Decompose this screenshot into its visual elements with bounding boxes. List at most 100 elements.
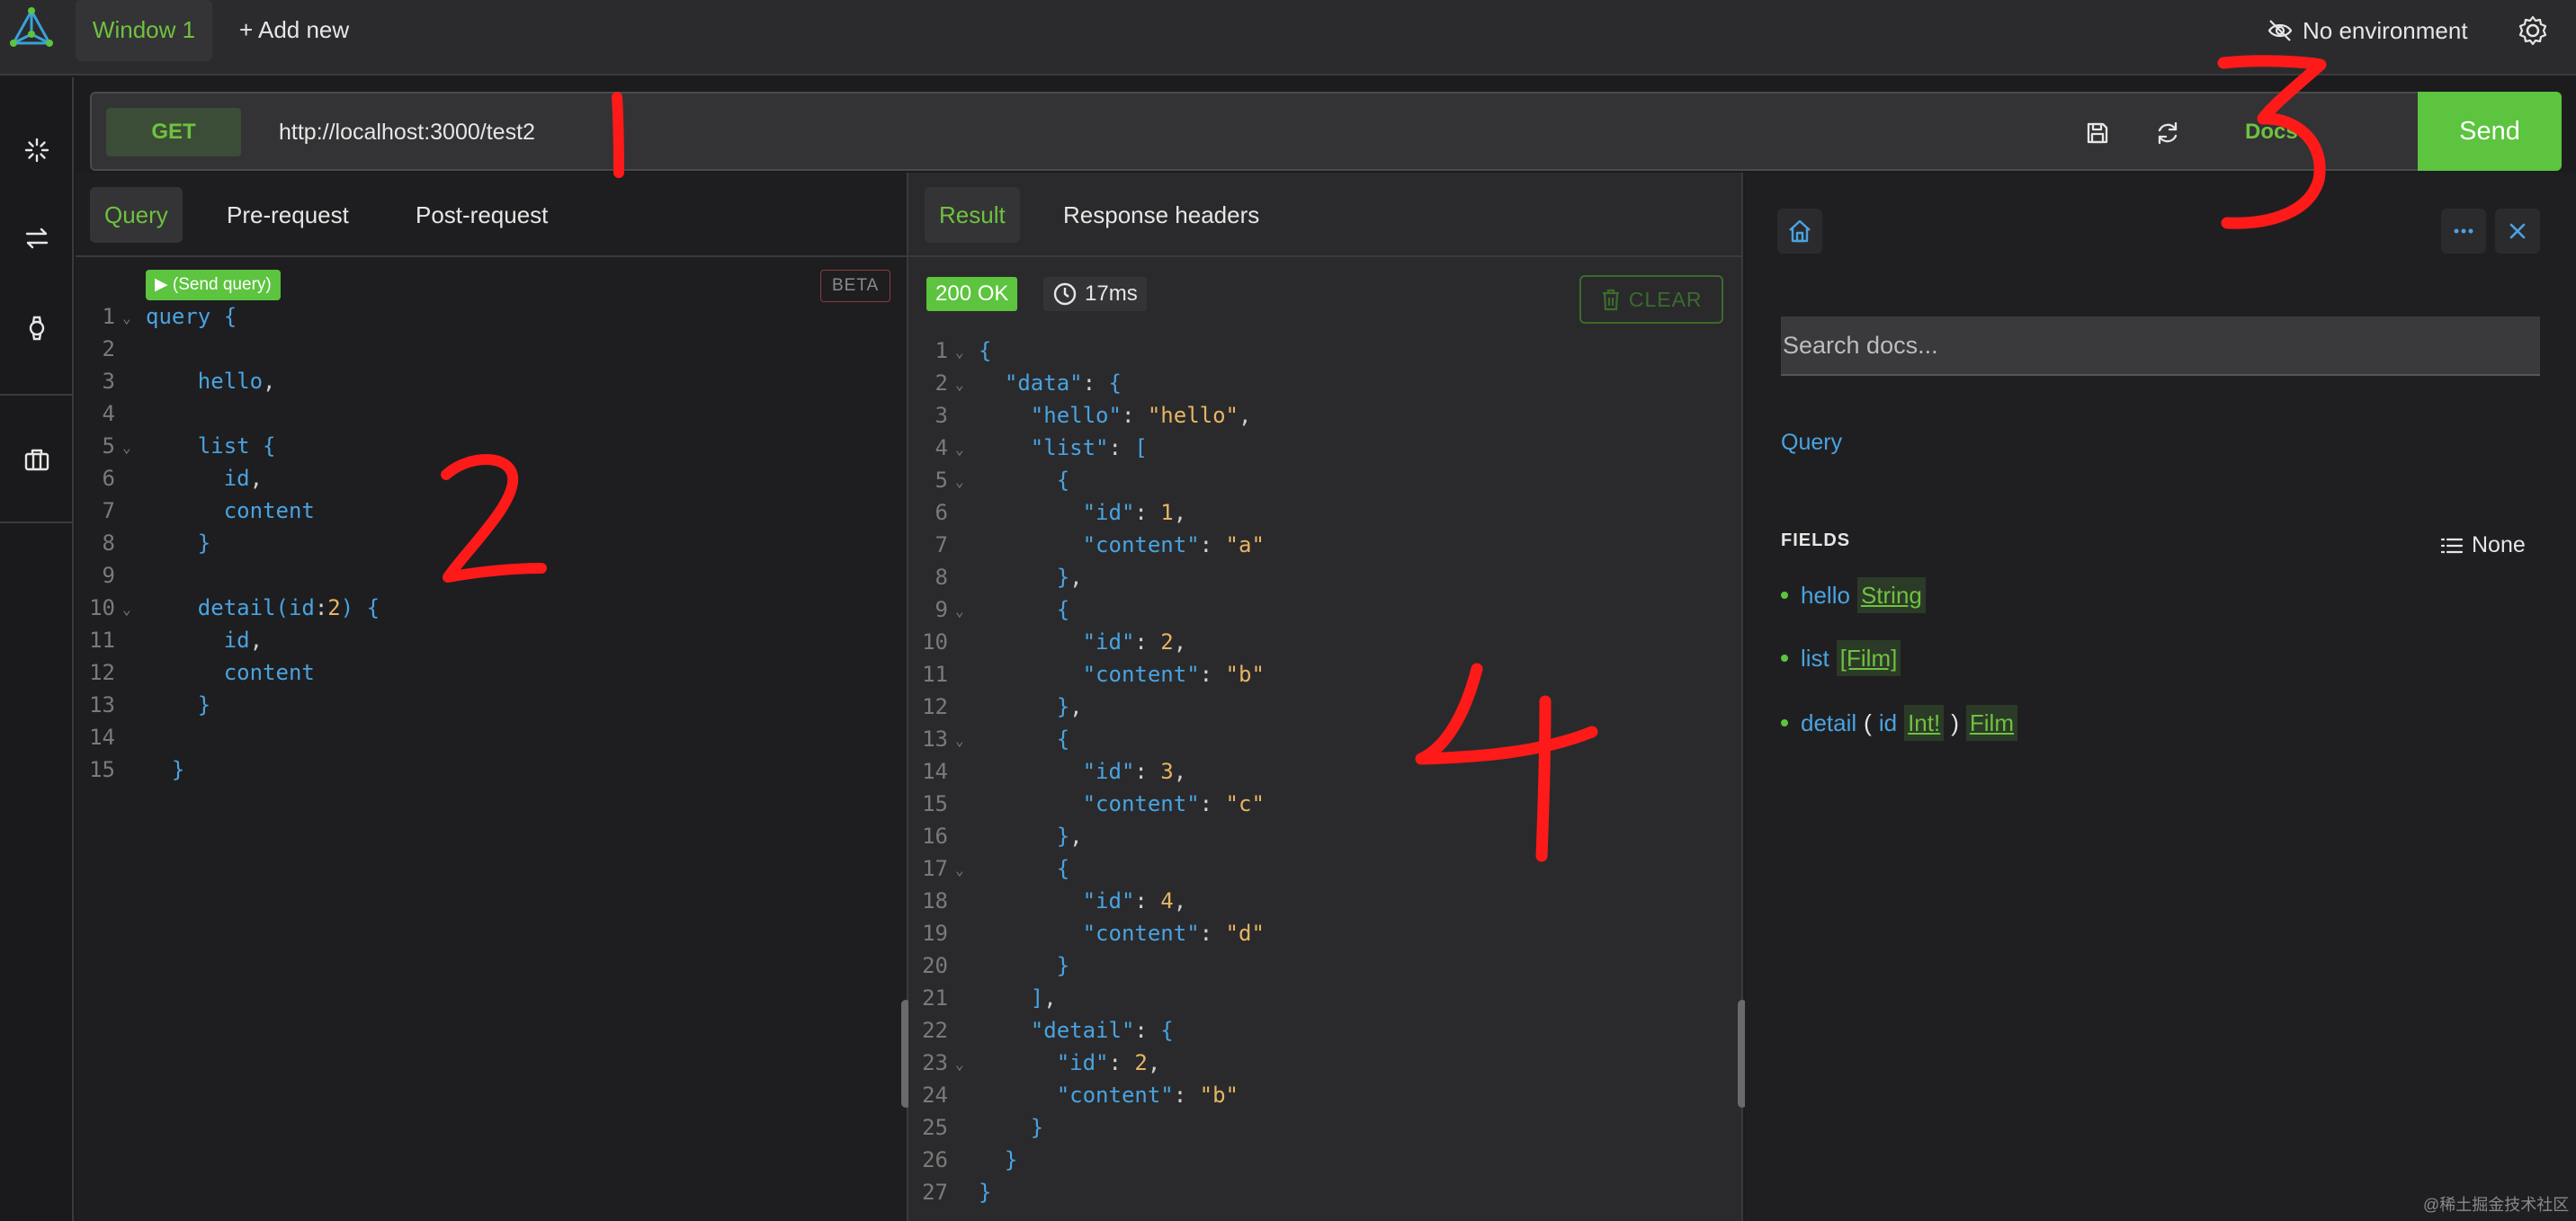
result-pane: Result Response headers 200 OK 17ms CLEA… bbox=[908, 173, 1747, 1221]
line-number: 16 bbox=[922, 824, 948, 849]
line-number: 12 bbox=[922, 694, 948, 719]
line-number: 5 bbox=[935, 468, 948, 493]
line-number: 18 bbox=[922, 888, 948, 914]
briefcase-icon[interactable] bbox=[14, 437, 59, 482]
fold-marker[interactable]: ⌄ bbox=[955, 369, 964, 401]
fold-marker[interactable]: ⌄ bbox=[955, 854, 964, 887]
fold-marker[interactable]: ⌄ bbox=[122, 302, 131, 334]
clear-result-button[interactable]: CLEAR bbox=[1579, 275, 1723, 324]
fold-marker[interactable]: ⌄ bbox=[122, 432, 131, 464]
code-line: } bbox=[197, 692, 211, 717]
line-number: 4 bbox=[935, 435, 948, 460]
environment-label: No environment bbox=[2303, 16, 2468, 44]
field-paren-close: ) bbox=[1951, 709, 1959, 736]
line-number: 15 bbox=[89, 757, 115, 782]
code-line: }, bbox=[1056, 694, 1083, 719]
annotation-1: 1 bbox=[594, 90, 648, 180]
field-name[interactable]: hello bbox=[1801, 577, 1850, 613]
line-number: 11 bbox=[89, 628, 115, 653]
annotation-1-label: 1 bbox=[594, 90, 602, 94]
tab-response-headers[interactable]: Response headers bbox=[1049, 187, 1274, 243]
field-arg-type-link[interactable]: Int! bbox=[1904, 705, 1945, 741]
line-number: 11 bbox=[922, 662, 948, 687]
loader-icon[interactable] bbox=[14, 128, 59, 173]
fields-sort-selector[interactable]: None bbox=[2439, 532, 2526, 558]
home-icon[interactable] bbox=[1777, 209, 1822, 254]
code-line: ], bbox=[1030, 985, 1057, 1011]
line-number: 19 bbox=[922, 921, 948, 946]
code-line: } bbox=[1056, 953, 1070, 978]
code-line: "id": 2, bbox=[1082, 629, 1187, 655]
line-number: 15 bbox=[922, 791, 948, 816]
docs-root-type-link[interactable]: Query bbox=[1781, 430, 1842, 456]
code-line: "list": [ bbox=[1030, 435, 1148, 460]
fold-marker[interactable]: ⌄ bbox=[955, 1048, 964, 1081]
line-number: 14 bbox=[922, 759, 948, 784]
line-number: 3 bbox=[102, 369, 115, 394]
line-number: 17 bbox=[922, 856, 948, 881]
code-line: "id": 3, bbox=[1082, 759, 1187, 784]
swap-icon[interactable] bbox=[14, 216, 59, 261]
code-line: id, bbox=[223, 628, 264, 653]
fold-marker[interactable]: ⌄ bbox=[955, 595, 964, 628]
result-tabs: Result Response headers bbox=[908, 173, 1741, 257]
gear-icon[interactable] bbox=[2515, 13, 2551, 49]
line-number: 10 bbox=[922, 629, 948, 655]
line-number: 13 bbox=[89, 692, 115, 717]
field-type-link[interactable]: Film bbox=[1965, 705, 2017, 741]
line-number: 6 bbox=[102, 466, 115, 491]
query-tabs: Query Pre-request Post-request bbox=[76, 173, 907, 257]
field-paren-open: ( bbox=[1864, 709, 1872, 736]
add-new-window-button[interactable]: + Add new bbox=[239, 0, 349, 61]
line-number: 6 bbox=[935, 500, 948, 525]
field-name[interactable]: detail bbox=[1801, 705, 1856, 741]
field-item[interactable]: detail ( id Int! ) Film bbox=[1781, 705, 2017, 741]
left-sidebar bbox=[0, 77, 74, 1221]
docs-pane: Query FIELDS None hello String list [Fil… bbox=[1745, 173, 2576, 1221]
window-tab[interactable]: Window 1 bbox=[76, 0, 212, 61]
line-number: 9 bbox=[102, 563, 115, 588]
tab-query[interactable]: Query bbox=[90, 187, 183, 243]
field-item[interactable]: list [Film] bbox=[1781, 640, 1901, 676]
line-number: 24 bbox=[922, 1083, 948, 1108]
more-icon[interactable] bbox=[2441, 209, 2486, 254]
environment-selector[interactable]: No environment bbox=[2267, 13, 2468, 49]
altair-logo[interactable] bbox=[9, 7, 54, 52]
field-bullet bbox=[1781, 655, 1788, 662]
send-request-button[interactable]: Send Request bbox=[2418, 92, 2562, 225]
field-name[interactable]: list bbox=[1801, 640, 1829, 676]
code-line: "data": { bbox=[1004, 370, 1122, 396]
search-docs-input[interactable] bbox=[1781, 316, 2540, 376]
code-line: "content": "a" bbox=[1082, 532, 1265, 557]
code-line: query { bbox=[146, 304, 237, 329]
fold-marker[interactable]: ⌄ bbox=[955, 336, 964, 369]
line-number: 2 bbox=[102, 336, 115, 361]
refresh-icon[interactable] bbox=[2148, 113, 2187, 153]
tab-result[interactable]: Result bbox=[925, 187, 1020, 243]
fold-marker[interactable]: ⌄ bbox=[122, 593, 131, 626]
send-query-button[interactable]: ▶ (Send query) bbox=[146, 270, 281, 300]
save-icon[interactable] bbox=[2078, 113, 2117, 153]
sort-label: None bbox=[2472, 532, 2526, 557]
annotation-4-label: 4 bbox=[1403, 656, 1411, 660]
fold-marker[interactable]: ⌄ bbox=[955, 466, 964, 498]
code-line: { bbox=[1056, 856, 1070, 881]
code-line: hello, bbox=[197, 369, 276, 394]
line-number: 1 bbox=[935, 338, 948, 363]
code-line: "detail": { bbox=[1030, 1018, 1174, 1043]
line-number: 7 bbox=[935, 532, 948, 557]
tab-post-request[interactable]: Post-request bbox=[401, 187, 562, 243]
code-line: }, bbox=[1056, 565, 1083, 590]
field-type-link[interactable]: String bbox=[1856, 577, 1926, 613]
watch-icon[interactable] bbox=[14, 306, 59, 351]
method-selector[interactable]: GET bbox=[106, 108, 241, 156]
top-bar: Window 1 + Add new No environment bbox=[0, 0, 2576, 76]
code-line: } bbox=[979, 1180, 992, 1205]
fold-marker[interactable]: ⌄ bbox=[955, 433, 964, 466]
fold-marker[interactable]: ⌄ bbox=[955, 725, 964, 757]
url-input[interactable]: http://localhost:3000/test2 bbox=[279, 108, 535, 156]
tab-pre-request[interactable]: Pre-request bbox=[212, 187, 363, 243]
close-icon[interactable] bbox=[2495, 209, 2540, 254]
field-type-link[interactable]: [Film] bbox=[1836, 640, 1901, 676]
field-item[interactable]: hello String bbox=[1781, 577, 1926, 613]
